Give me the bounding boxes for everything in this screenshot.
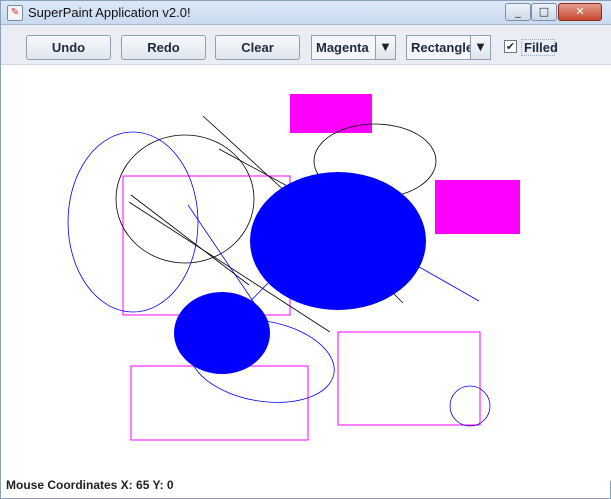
shape-outline-oval [449, 385, 491, 427]
mouse-coordinates-label: Mouse Coordinates X: 65 Y: 0 [6, 478, 174, 492]
filled-checkbox[interactable]: ✔ [504, 40, 517, 53]
shape-line [202, 115, 289, 195]
color-dropdown-value: Magenta [316, 40, 369, 55]
redo-button[interactable]: Redo [121, 35, 206, 60]
undo-button[interactable]: Undo [26, 35, 111, 60]
chevron-down-icon[interactable]: ▼ [375, 36, 395, 59]
app-window: ✎ SuperPaint Application v2.0! _ □ ✕ Und… [0, 0, 611, 499]
clear-button[interactable]: Clear [215, 35, 300, 60]
status-bar: Mouse Coordinates X: 65 Y: 0 [1, 476, 611, 498]
chevron-down-icon[interactable]: ▼ [470, 36, 490, 59]
shape-filled-oval [250, 172, 426, 310]
shape-filled-rectangle [290, 94, 372, 133]
color-dropdown[interactable]: Magenta ▼ [311, 35, 396, 60]
shape-dropdown[interactable]: Rectangle ▼ [406, 35, 491, 60]
toolbar: Undo Redo Clear Magenta ▼ Rectangle ▼ ✔ … [1, 25, 611, 65]
title-bar[interactable]: ✎ SuperPaint Application v2.0! _ □ ✕ [1, 1, 611, 25]
shape-outline-oval [67, 131, 199, 313]
filled-checkbox-label[interactable]: Filled [521, 39, 558, 56]
shape-dropdown-value: Rectangle [411, 40, 474, 55]
drawing-surface [67, 94, 520, 441]
close-button[interactable]: ✕ [558, 3, 602, 21]
shape-filled-oval [174, 292, 270, 374]
drawing-canvas[interactable] [1, 65, 611, 481]
shape-outline-rectangle [130, 365, 309, 441]
minimize-button[interactable]: _ [505, 3, 531, 21]
shape-filled-rectangle [435, 180, 520, 234]
paint-icon: ✎ [7, 5, 23, 21]
window-title: SuperPaint Application v2.0! [28, 5, 191, 20]
shape-outline-rectangle [337, 331, 481, 426]
shape-line [413, 263, 480, 302]
maximize-button[interactable]: □ [531, 3, 557, 21]
